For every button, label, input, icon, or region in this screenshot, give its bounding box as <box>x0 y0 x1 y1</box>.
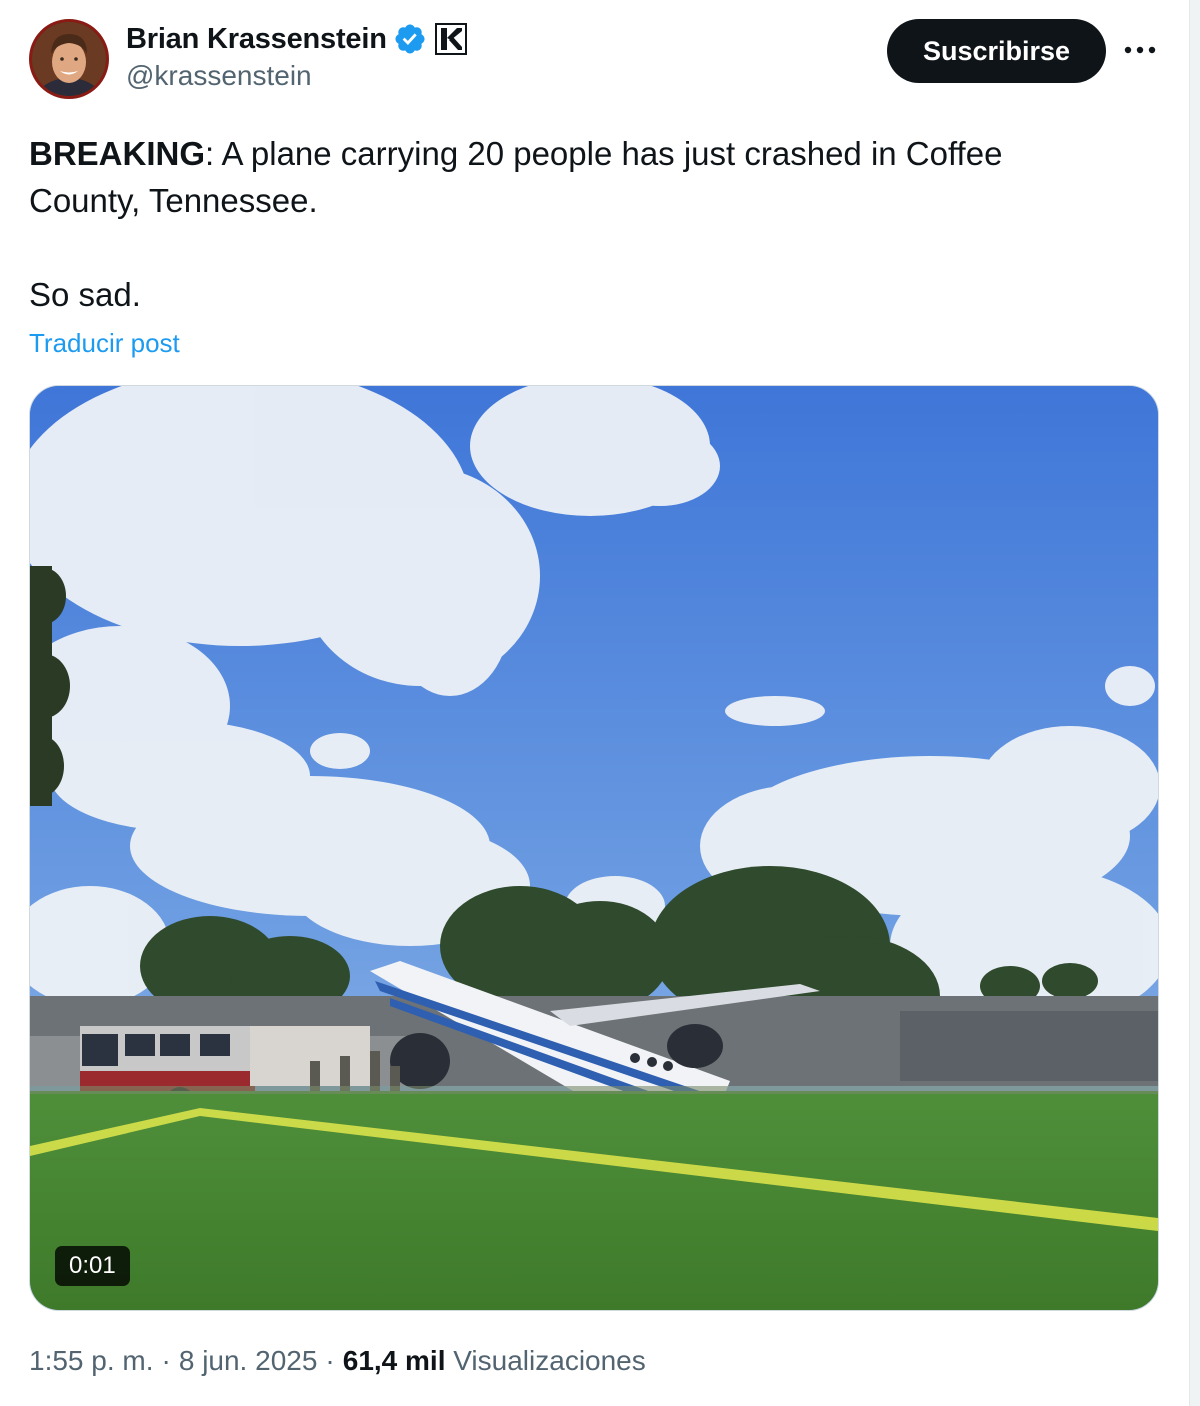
post-text-segment: : A plane carrying 20 people has just cr… <box>205 135 1003 172</box>
post-text: BREAKING: A plane carrying 20 people has… <box>29 130 1109 318</box>
separator-dot: · <box>161 1345 171 1376</box>
video-timecode: 0:01 <box>55 1246 130 1286</box>
verified-badge-icon[interactable] <box>393 22 427 56</box>
post-date[interactable]: 8 jun. 2025 <box>179 1345 318 1376</box>
video-thumbnail <box>30 386 1158 1310</box>
post-time[interactable]: 1:55 p. m. <box>29 1345 154 1376</box>
more-options-button[interactable] <box>1120 32 1160 68</box>
k-logo-icon[interactable] <box>434 23 467 55</box>
separator-dot: · <box>325 1345 335 1376</box>
author-handle[interactable]: @krassenstein <box>126 60 312 92</box>
post-text-line: So sad. <box>29 276 141 313</box>
author-name-row: Brian Krassenstein <box>126 20 467 58</box>
breaking-label: BREAKING <box>29 135 206 172</box>
subscribe-button[interactable]: Suscribirse <box>887 19 1106 83</box>
views-count: 61,4 mil <box>342 1345 446 1376</box>
author-display-name[interactable]: Brian Krassenstein <box>126 23 387 56</box>
avatar[interactable] <box>29 19 109 99</box>
translate-post-link[interactable]: Traducir post <box>29 328 180 359</box>
post-metadata: 1:55 p. m. · 8 jun. 2025 · 61,4 mil Visualiz… <box>29 1345 646 1377</box>
post-text-line: BREAKING: A plane carrying 20 people has… <box>29 130 1109 177</box>
video-player[interactable]: 0:01 <box>29 385 1159 1311</box>
post-text-line: County, Tennessee. <box>29 182 318 219</box>
tweet-card: Brian Krassenstein @krassenstein Suscrib… <box>0 0 1200 1406</box>
more-horizontal-icon <box>1124 46 1156 54</box>
views-label: Visualizaciones <box>453 1345 646 1376</box>
scrollbar-track <box>1189 0 1200 1406</box>
